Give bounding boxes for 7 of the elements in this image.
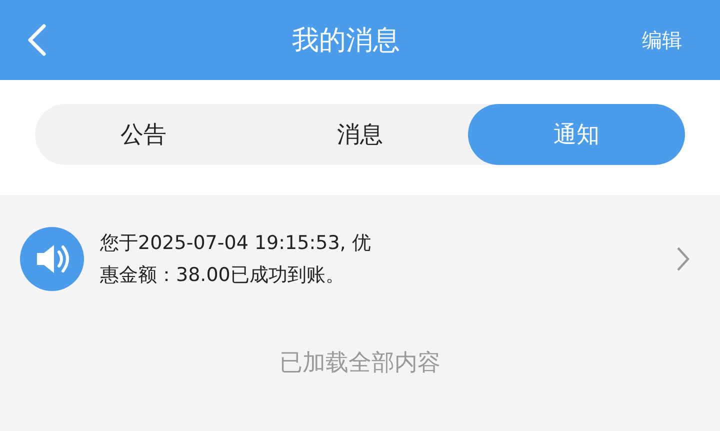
tab[interactable]: 公告 [35,104,252,165]
chevron-right-icon[interactable] [676,246,690,272]
notification-text: 您于2025-07-04 19:15:53, 优惠金额：38.00已成功到账。 [100,231,372,288]
page-title: 我的消息 [291,24,401,58]
tab[interactable]: 消息 [252,104,468,165]
end-of-list-text: 已加载全部内容 [278,349,442,378]
speaker-icon [20,227,84,291]
